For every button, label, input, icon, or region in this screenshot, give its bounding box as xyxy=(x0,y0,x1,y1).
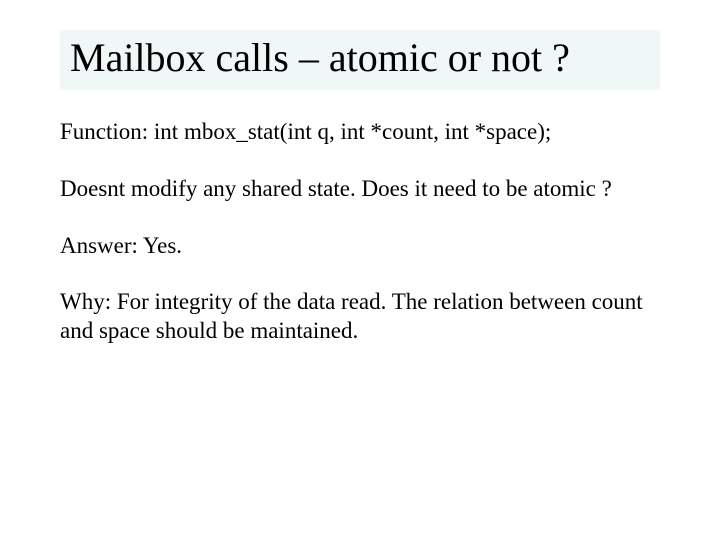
paragraph-question: Doesnt modify any shared state. Does it … xyxy=(60,175,660,204)
slide: Mailbox calls – atomic or not ? Function… xyxy=(0,0,720,540)
slide-title: Mailbox calls – atomic or not ? xyxy=(70,36,650,80)
paragraph-function: Function: int mbox_stat(int q, int *coun… xyxy=(60,118,660,147)
paragraph-answer: Answer: Yes. xyxy=(60,232,660,261)
paragraph-reason: Why: For integrity of the data read. The… xyxy=(60,288,660,346)
title-box: Mailbox calls – atomic or not ? xyxy=(60,30,660,90)
